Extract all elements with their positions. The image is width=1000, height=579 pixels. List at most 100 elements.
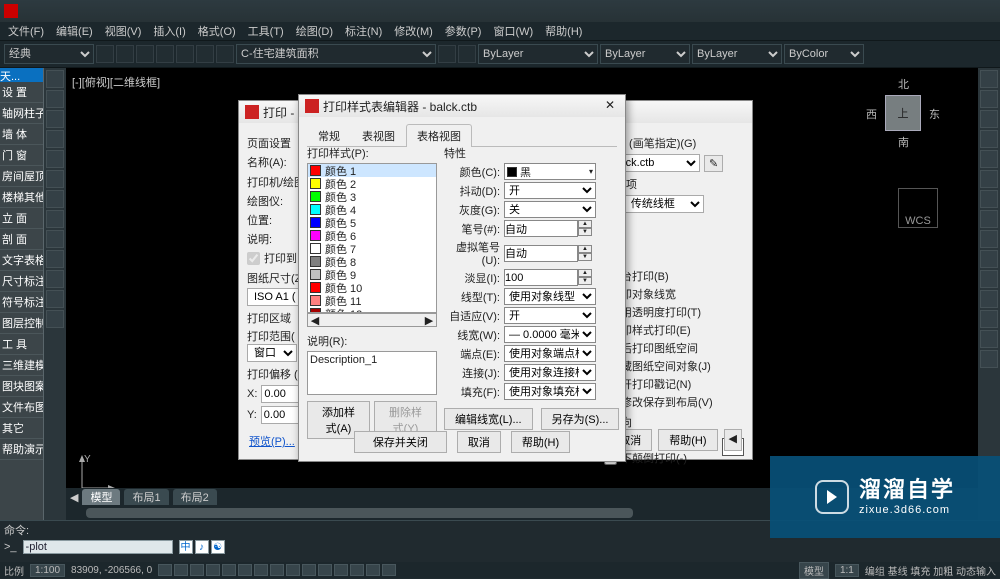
lineweight-combo[interactable]: ByLayer bbox=[692, 44, 782, 64]
draw-icon[interactable] bbox=[46, 130, 64, 148]
panel-item[interactable]: 墙 体 bbox=[0, 124, 43, 145]
modify-icon[interactable] bbox=[980, 130, 998, 148]
draw-icon[interactable] bbox=[46, 270, 64, 288]
draw-icon[interactable] bbox=[46, 310, 64, 328]
status-toggle[interactable] bbox=[286, 564, 300, 576]
modify-icon[interactable] bbox=[980, 150, 998, 168]
plot-expand-button[interactable]: ◀ bbox=[724, 429, 742, 451]
viewcube[interactable]: 上 北 南 东 西 bbox=[868, 78, 938, 148]
spin-up[interactable]: ▲ bbox=[578, 245, 592, 253]
draw-icon[interactable] bbox=[46, 70, 64, 88]
tab-layout2[interactable]: 布局2 bbox=[173, 489, 217, 505]
status-toggle[interactable] bbox=[206, 564, 220, 576]
plot-help-button[interactable]: 帮助(H) bbox=[658, 429, 717, 451]
join-combo[interactable]: 使用对象连接样式 bbox=[504, 364, 596, 381]
status-toggle[interactable] bbox=[238, 564, 252, 576]
draw-icon[interactable] bbox=[46, 290, 64, 308]
area-combo[interactable]: 窗口 bbox=[247, 344, 297, 362]
status-toggle[interactable] bbox=[222, 564, 236, 576]
menu-draw[interactable]: 绘图(D) bbox=[292, 23, 337, 39]
panel-item[interactable]: 楼梯其他 bbox=[0, 187, 43, 208]
save-as-button[interactable]: 另存为(S)... bbox=[541, 408, 620, 430]
modify-icon[interactable] bbox=[980, 270, 998, 288]
toolbar-icon[interactable] bbox=[438, 45, 456, 63]
toolbar-icon[interactable] bbox=[136, 45, 154, 63]
linetype-combo[interactable]: ByLayer bbox=[600, 44, 690, 64]
toolbar-icon[interactable] bbox=[116, 45, 134, 63]
edit-lineweight-button[interactable]: 编辑线宽(L)... bbox=[444, 408, 533, 430]
end-combo[interactable]: 使用对象端点样式 bbox=[504, 345, 596, 362]
toolbar-icon[interactable] bbox=[156, 45, 174, 63]
panel-item[interactable]: 设 置 bbox=[0, 82, 43, 103]
draw-icon[interactable] bbox=[46, 190, 64, 208]
panel-item[interactable]: 工 具 bbox=[0, 334, 43, 355]
panel-item[interactable]: 文字表格 bbox=[0, 250, 43, 271]
draw-icon[interactable] bbox=[46, 210, 64, 228]
modify-icon[interactable] bbox=[980, 190, 998, 208]
status-toggle[interactable] bbox=[302, 564, 316, 576]
modify-icon[interactable] bbox=[980, 110, 998, 128]
tab-model[interactable]: 模型 bbox=[82, 489, 120, 505]
panel-item[interactable]: 房间屋顶 bbox=[0, 166, 43, 187]
workspace-combo[interactable]: 经典 bbox=[4, 44, 94, 64]
scale-value[interactable]: 1:100 bbox=[30, 564, 65, 577]
y-offset-input[interactable] bbox=[261, 406, 301, 424]
status-toggle[interactable] bbox=[350, 564, 364, 576]
menu-window[interactable]: 窗口(W) bbox=[489, 23, 537, 39]
tab-tableview[interactable]: 表视图 bbox=[351, 124, 406, 147]
status-toggle[interactable] bbox=[254, 564, 268, 576]
panel-item[interactable]: 帮助演示 bbox=[0, 439, 43, 460]
draw-icon[interactable] bbox=[46, 250, 64, 268]
cancel-button[interactable]: 取消 bbox=[457, 431, 501, 453]
ltype-combo[interactable]: 使用对象线型 bbox=[504, 288, 596, 305]
viewcube-top[interactable]: 上 bbox=[885, 95, 921, 131]
modify-icon[interactable] bbox=[980, 290, 998, 308]
ime-indicator[interactable]: 中♪☯ bbox=[179, 540, 225, 554]
panel-item[interactable]: 三维建模 bbox=[0, 355, 43, 376]
tab-layout1[interactable]: 布局1 bbox=[124, 489, 168, 505]
panel-item[interactable]: 图层控制 bbox=[0, 313, 43, 334]
status-toggle[interactable] bbox=[158, 564, 172, 576]
status-toggle[interactable] bbox=[334, 564, 348, 576]
command-input[interactable] bbox=[23, 540, 173, 554]
modify-icon[interactable] bbox=[980, 70, 998, 88]
gray-combo[interactable]: 关 bbox=[504, 201, 596, 218]
spin-down[interactable]: ▼ bbox=[578, 228, 592, 236]
status-toggle[interactable] bbox=[190, 564, 204, 576]
x-offset-input[interactable] bbox=[261, 385, 301, 403]
plotstyle-combo[interactable]: ByColor bbox=[784, 44, 864, 64]
spin-down[interactable]: ▼ bbox=[578, 277, 592, 285]
preview-link[interactable]: 预览(P)... bbox=[249, 433, 295, 449]
modify-icon[interactable] bbox=[980, 170, 998, 188]
draw-icon[interactable] bbox=[46, 170, 64, 188]
spin-down[interactable]: ▼ bbox=[578, 253, 592, 261]
pen-input[interactable] bbox=[504, 220, 578, 237]
panel-item[interactable]: 尺寸标注 bbox=[0, 271, 43, 292]
menu-dim[interactable]: 标注(N) bbox=[341, 23, 386, 39]
status-toggle[interactable] bbox=[366, 564, 380, 576]
screen-input[interactable] bbox=[504, 269, 578, 286]
close-button[interactable]: ✕ bbox=[599, 97, 621, 115]
style-description[interactable]: Description_1 bbox=[307, 351, 437, 395]
list-hscrollbar[interactable]: ◀▶ bbox=[307, 313, 437, 327]
panel-item[interactable]: 其它 bbox=[0, 418, 43, 439]
viewport-label[interactable]: [-][俯视][二维线框] bbox=[72, 74, 160, 90]
dither-combo[interactable]: 开 bbox=[504, 182, 596, 199]
panel-item[interactable]: 轴网柱子 bbox=[0, 103, 43, 124]
panel-item[interactable]: 文件布图 bbox=[0, 397, 43, 418]
menu-view[interactable]: 视图(V) bbox=[101, 23, 146, 39]
color-combo[interactable]: 黑▾ bbox=[504, 163, 596, 180]
style-table-edit-button[interactable]: ✎ bbox=[704, 155, 723, 172]
toolbar-icon[interactable] bbox=[96, 45, 114, 63]
menu-file[interactable]: 文件(F) bbox=[4, 23, 48, 39]
save-close-button[interactable]: 保存并关闭 bbox=[354, 431, 447, 453]
toolbar-icon[interactable] bbox=[176, 45, 194, 63]
modify-icon[interactable] bbox=[980, 250, 998, 268]
menu-modify[interactable]: 修改(M) bbox=[390, 23, 437, 39]
status-toggle[interactable] bbox=[270, 564, 284, 576]
menu-param[interactable]: 参数(P) bbox=[441, 23, 486, 39]
vpen-input[interactable] bbox=[504, 245, 578, 262]
modify-icon[interactable] bbox=[980, 230, 998, 248]
modify-icon[interactable] bbox=[980, 310, 998, 328]
panel-item[interactable]: 图块图案 bbox=[0, 376, 43, 397]
